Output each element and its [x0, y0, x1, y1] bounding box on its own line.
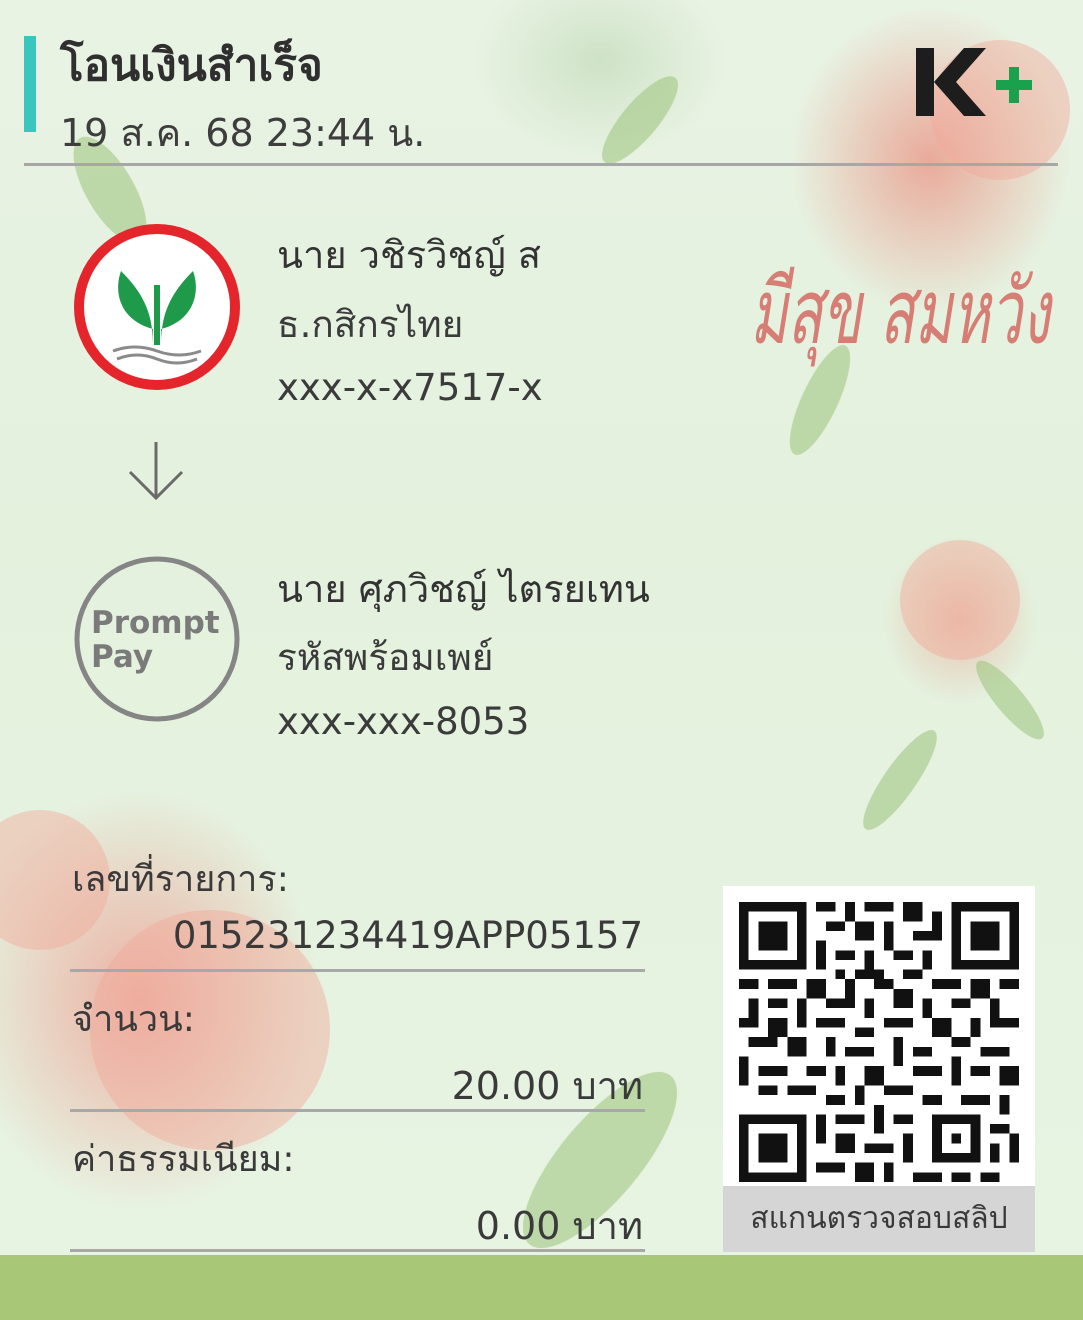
promptpay-logo: Prompt Pay: [74, 556, 240, 722]
divider: [70, 1109, 645, 1112]
receiver-channel: รหัสพร้อมเพย์: [277, 636, 494, 679]
receiver-name: นาย ศุภวิชญ์ ไตรยเทน: [277, 567, 650, 611]
reference-number: 015231234419APP05157: [172, 914, 643, 957]
sender-account: xxx-x-x7517-x: [277, 366, 543, 409]
svg-text:มีสุข สมหวัง: มีสุข สมหวัง: [750, 260, 1054, 367]
reference-label: เลขที่รายการ:: [72, 859, 289, 900]
greeting-script: มีสุข สมหวัง: [750, 260, 1054, 367]
title-accent-bar: [24, 36, 36, 132]
fee-label: ค่าธรรมเนียม:: [72, 1139, 295, 1180]
qr-verify-panel[interactable]: สแกนตรวจสอบสลิป: [723, 886, 1035, 1252]
promptpay-logo-line2: Pay: [91, 639, 153, 675]
arrow-down-icon: [128, 442, 184, 501]
promptpay-logo-line1: Prompt: [91, 605, 220, 641]
amount-value: 20.00 บาท: [451, 1064, 643, 1108]
divider: [70, 969, 645, 972]
divider: [70, 1249, 645, 1252]
page-title: โอนเงินสำเร็จ: [60, 40, 323, 91]
sender-bank: ธ.กสิกรไทย: [277, 303, 464, 346]
bottom-bar: [0, 1255, 1083, 1320]
kplus-logo: [916, 48, 1032, 116]
fee-value: 0.00 บาท: [475, 1204, 643, 1248]
receiver-account: xxx-xxx-8053: [277, 700, 530, 743]
kasikorn-bank-logo: [74, 224, 240, 390]
sender-name: นาย วชิรวิชญ์ ส: [277, 233, 541, 277]
qr-code[interactable]: [739, 902, 1019, 1182]
header-divider: [24, 163, 1058, 166]
qr-caption: สแกนตรวจสอบสลิป: [723, 1186, 1035, 1252]
transaction-datetime: 19 ส.ค. 68 23:44 น.: [60, 111, 426, 155]
amount-label: จำนวน:: [72, 999, 195, 1040]
